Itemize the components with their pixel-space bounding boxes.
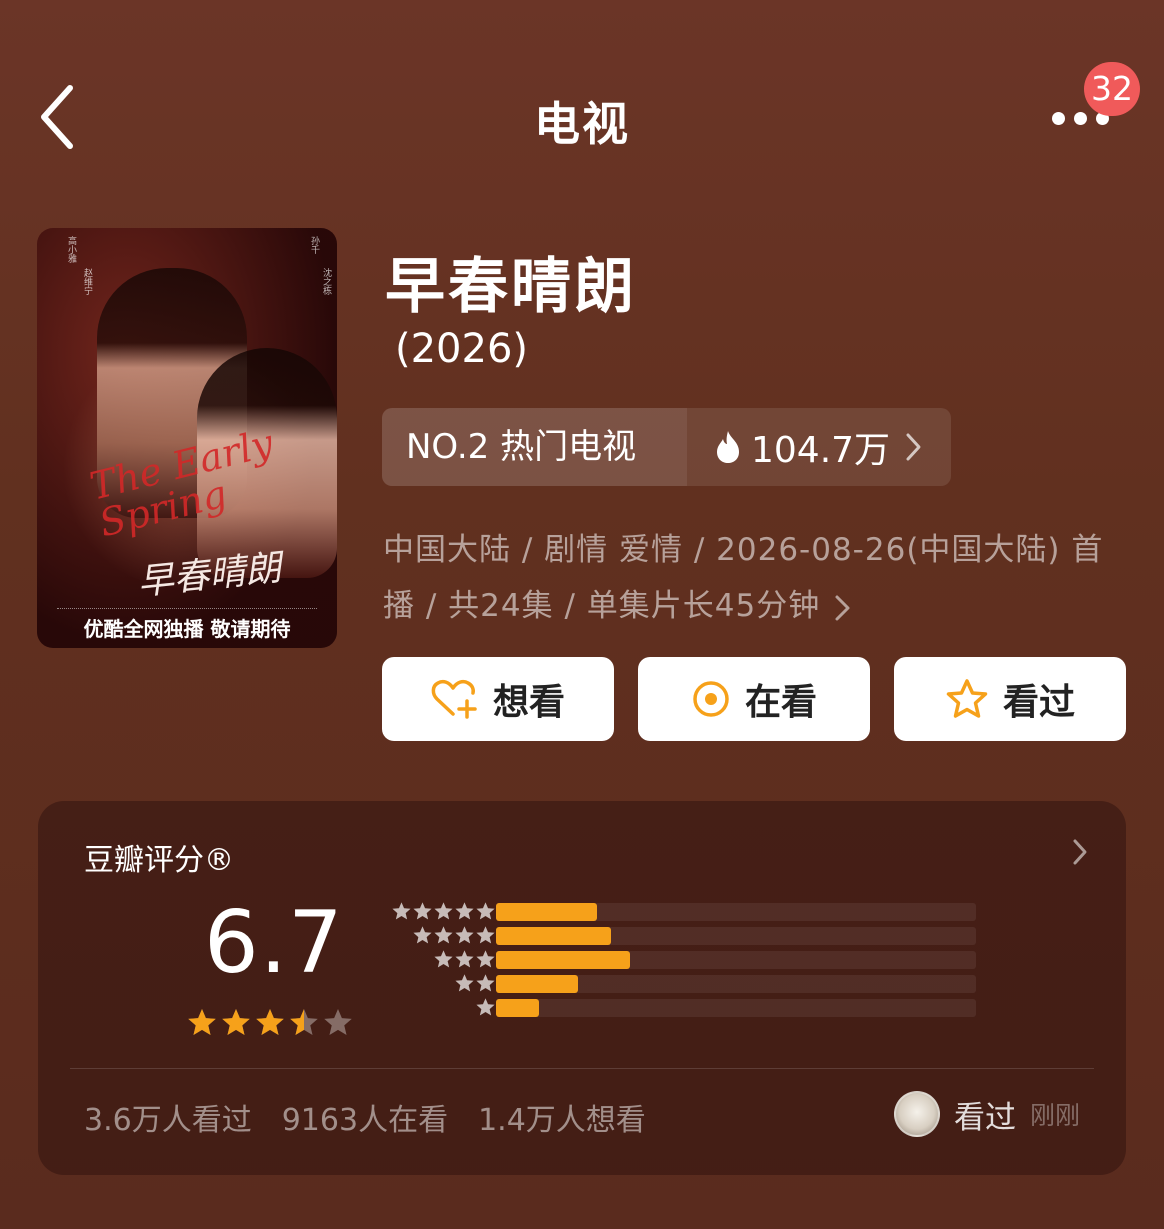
distribution-bar xyxy=(496,951,631,969)
more-dot xyxy=(1074,112,1087,125)
want-to-watch-label: 想看 xyxy=(492,682,565,723)
distribution-star-icon xyxy=(434,902,453,920)
show-year: (2026) xyxy=(395,326,529,372)
user-status-time: 刚刚 xyxy=(1029,1101,1080,1130)
heat-value: 104.7万 xyxy=(751,430,891,471)
distribution-row xyxy=(374,997,994,1017)
want-count: 1.4万人想看 xyxy=(478,1103,646,1138)
distribution-star-icon xyxy=(455,902,474,920)
avatar xyxy=(893,1091,940,1137)
distribution-star-icon xyxy=(455,974,474,992)
distribution-track xyxy=(496,999,976,1017)
distribution-star-icon xyxy=(392,902,411,920)
distribution-star-icon xyxy=(413,926,432,944)
poster-director-left: 赵维宁 xyxy=(82,268,92,295)
distribution-star-icon xyxy=(476,974,495,992)
watched-count: 3.6万人看过 xyxy=(84,1103,252,1138)
poster-cast-right-2: 沈之栋 xyxy=(321,268,331,295)
ranking-pill[interactable]: NO.2 热门电视 104.7万 xyxy=(382,408,951,486)
page-title: 电视 xyxy=(534,97,630,151)
distribution-star-icon xyxy=(476,998,495,1016)
star-outline-icon xyxy=(946,679,988,718)
target-circle-icon xyxy=(693,681,729,717)
watched-label: 看过 xyxy=(1002,682,1075,723)
distribution-bar xyxy=(496,927,612,945)
watched-button[interactable]: 看过 xyxy=(894,657,1126,741)
rating-score: 6.7 xyxy=(204,893,344,993)
distribution-star-icon xyxy=(476,926,495,944)
chevron-right-icon xyxy=(835,595,850,620)
rating-star-icon xyxy=(222,1009,250,1035)
show-meta-info[interactable]: 中国大陆 / 剧情 爱情 / 2026-08-26(中国大陆) 首 播 / 共2… xyxy=(383,522,1123,634)
meta-line-1: 中国大陆 / 剧情 爱情 / 2026-08-26(中国大陆) 首 xyxy=(383,532,1104,568)
chevron-right-icon xyxy=(1073,839,1087,865)
distribution-bar xyxy=(496,999,540,1017)
user-status-label: 看过 xyxy=(953,1099,1016,1136)
distribution-track xyxy=(496,927,976,945)
distribution-stars xyxy=(475,997,496,1018)
distribution-stars xyxy=(433,949,496,970)
want-to-watch-button[interactable]: 想看 xyxy=(382,657,614,741)
watching-label: 在看 xyxy=(744,682,817,723)
distribution-star-icon xyxy=(455,926,474,944)
distribution-row xyxy=(374,973,994,993)
distribution-star-icon xyxy=(476,902,495,920)
distribution-stars xyxy=(391,901,496,922)
show-title: 早春晴朗 xyxy=(385,252,637,322)
rank-label: NO.2 热门电视 xyxy=(382,408,687,486)
distribution-star-icon xyxy=(413,902,432,920)
watching-count: 9163人在看 xyxy=(281,1103,449,1138)
rating-star-icon xyxy=(290,1009,318,1035)
meta-line-2: 播 / 共24集 / 单集片长45分钟 xyxy=(383,588,821,624)
distribution-star-icon xyxy=(434,950,453,968)
divider xyxy=(70,1068,1094,1069)
distribution-row xyxy=(374,925,994,945)
distribution-track xyxy=(496,975,976,993)
distribution-star-icon xyxy=(476,950,495,968)
douban-rating-label: 豆瓣评分® xyxy=(84,843,234,878)
distribution-row xyxy=(374,901,994,921)
distribution-bar xyxy=(496,903,597,921)
distribution-row xyxy=(374,949,994,969)
rating-star-icon xyxy=(324,1009,352,1035)
distribution-star-icon xyxy=(455,950,474,968)
poster-cast-left: 高小雅 xyxy=(66,236,76,263)
watch-stats: 3.6万人看过 9163人在看 1.4万人想看 xyxy=(84,1095,646,1139)
distribution-star-icon xyxy=(434,926,453,944)
distribution-track xyxy=(496,951,976,969)
watching-button[interactable]: 在看 xyxy=(638,657,870,741)
distribution-bar xyxy=(496,975,578,993)
rating-star-icon xyxy=(256,1009,284,1035)
notification-badge[interactable]: 32 xyxy=(1084,62,1140,116)
rating-stars xyxy=(186,1007,354,1039)
poster-cast-right: 孙千 xyxy=(309,236,319,254)
distribution-stars xyxy=(454,973,496,994)
rating-star-icon xyxy=(188,1009,216,1035)
poster-tagline: 优酷全网独播 敬请期待 xyxy=(83,617,291,641)
distribution-track xyxy=(496,903,976,921)
more-dots-icon xyxy=(1052,112,1065,125)
show-poster[interactable]: 高小雅 赵维宁 孙千 沈之栋 The Early Spring 早春晴朗 优酷全… xyxy=(37,228,337,648)
rating-card[interactable]: 豆瓣评分® 6.7 3.6万人看过 9163人在看 1.4万人想看 看过 刚刚 xyxy=(38,801,1126,1175)
user-watch-status[interactable]: 看过 刚刚 xyxy=(893,1091,1080,1137)
flame-icon xyxy=(717,431,739,463)
distribution-stars xyxy=(412,925,496,946)
heart-plus-icon xyxy=(431,679,477,719)
heat-section: 104.7万 xyxy=(687,408,951,486)
chevron-right-icon xyxy=(906,433,921,461)
